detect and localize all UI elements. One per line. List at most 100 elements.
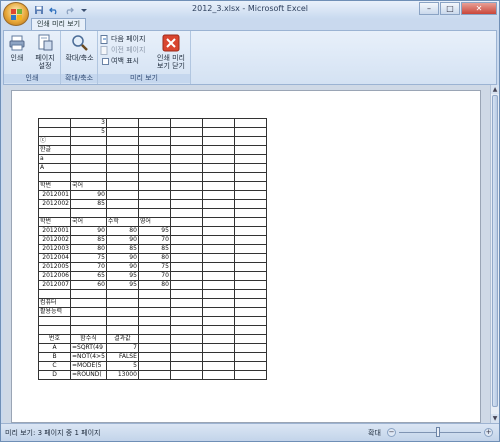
sheet-cell: 80: [105, 226, 139, 236]
sheet-cell: [233, 199, 267, 209]
zoom-out-icon[interactable]: −: [387, 428, 396, 437]
sheet-cell: D: [38, 370, 71, 380]
sheet-cell: [137, 298, 171, 308]
next-page-button[interactable]: 다음 페이지: [100, 34, 145, 44]
sheet-cell: [233, 190, 267, 200]
sheet-row: 컴퓨터: [38, 298, 267, 308]
sheet-cell: [169, 262, 203, 272]
sheet-row: 2012001 90: [38, 190, 267, 200]
sheet-cell: [201, 199, 235, 209]
sheet-cell: [105, 307, 139, 317]
sheet-cell: [233, 253, 267, 263]
print-label: 인쇄: [10, 54, 24, 62]
sheet-cell: [169, 172, 203, 182]
sheet-cell: C: [38, 361, 71, 371]
sheet-cell: 2012006: [38, 271, 71, 281]
sheet-cell: [105, 145, 139, 155]
sheet-cell: [169, 298, 203, 308]
zoom-slider-track[interactable]: [399, 432, 481, 433]
sheet-cell: [201, 208, 235, 218]
next-page-icon: [100, 34, 108, 44]
zoom-slider-thumb[interactable]: [436, 427, 440, 437]
zoom-in-icon[interactable]: +: [484, 428, 493, 437]
sheet-cell: [233, 289, 267, 299]
sheet-cell: [169, 370, 203, 380]
sheet-cell: [201, 352, 235, 362]
scroll-down-icon[interactable]: ▼: [491, 414, 499, 423]
maximize-button[interactable]: □: [440, 2, 460, 15]
sheet-cell: [169, 334, 203, 344]
sheet-cell: B: [38, 352, 71, 362]
sheet-cell: 85: [70, 235, 107, 245]
show-margins-label: 여백 표시: [111, 57, 139, 65]
sheet-cell: [201, 145, 235, 155]
sheet-cell: [38, 325, 71, 335]
sheet-cell: [70, 136, 107, 146]
sheet-row: D =ROUND(13000: [38, 370, 267, 380]
sheet-cell: [233, 226, 267, 236]
sheet-cell: A: [38, 343, 71, 353]
sheet-cell: 3: [70, 118, 107, 128]
show-margins-checkbox[interactable]: 여백 표시: [102, 56, 139, 66]
office-button[interactable]: [3, 2, 29, 26]
sheet-cell: ⓒ: [38, 136, 71, 146]
scroll-up-icon[interactable]: ▲: [491, 85, 499, 94]
page-setup-icon: [38, 34, 53, 51]
sheet-cell: 90: [105, 235, 139, 245]
page-setup-button[interactable]: 페이지 설정: [32, 34, 58, 70]
sheet-cell: 90: [70, 190, 107, 200]
sheet-cell: [169, 136, 203, 146]
minimize-button[interactable]: –: [419, 2, 439, 15]
printer-icon: [9, 35, 25, 51]
sheet-cell: [233, 217, 267, 227]
office-logo-icon: [11, 9, 22, 20]
sheet-cell: [169, 181, 203, 191]
sheet-cell: 컴퓨터: [38, 298, 71, 308]
sheet-cell: [201, 190, 235, 200]
sheet-row: [38, 325, 267, 335]
sheet-cell: 80: [70, 244, 107, 254]
zoom-button[interactable]: 확대/축소: [63, 34, 96, 62]
sheet-cell: [70, 325, 107, 335]
sheet-cell: 85: [105, 244, 139, 254]
sheet-cell: [38, 118, 71, 128]
sheet-cell: 70: [137, 271, 171, 281]
sheet-cell: 함수식: [70, 334, 107, 344]
close-preview-button[interactable]: 인쇄 미리 보기 닫기: [154, 34, 188, 70]
sheet-cell: [70, 289, 107, 299]
sheet-cell: [233, 172, 267, 182]
vertical-scrollbar[interactable]: ▲ ▼: [490, 85, 499, 423]
sheet-cell: 영어: [137, 217, 171, 227]
sheet-cell: [201, 217, 235, 227]
sheet-cell: [137, 145, 171, 155]
sheet-cell: 2012005: [38, 262, 71, 272]
sheet-cell: [201, 307, 235, 317]
sheet-cell: 75: [70, 253, 107, 263]
sheet-cell: [137, 343, 171, 353]
sheet-cell: [201, 325, 235, 335]
group-preview: 다음 페이지 이전 페이지 여백 표시 인쇄 미리 보기 닫기 미리 보기: [98, 31, 191, 84]
sheet-cell: [201, 280, 235, 290]
close-button[interactable]: ✕: [461, 2, 497, 15]
sheet-cell: [137, 316, 171, 326]
sheet-cell: 2012002: [38, 235, 71, 245]
sheet-cell: [169, 217, 203, 227]
sheet-cell: FALSE: [105, 352, 139, 362]
sheet-cell: [70, 298, 107, 308]
scroll-thumb[interactable]: [492, 95, 498, 407]
sheet-cell: 2012002: [38, 199, 71, 209]
sheet-cell: 국어: [70, 181, 107, 191]
group-zoom-label: 확대/축소: [61, 74, 97, 83]
sheet-cell: 85: [137, 244, 171, 254]
tab-print-preview[interactable]: 인쇄 미리 보기: [31, 18, 86, 30]
print-button[interactable]: 인쇄: [8, 34, 26, 62]
group-print: 인쇄 페이지 설정 인쇄: [4, 31, 61, 84]
sheet-cell: [169, 307, 203, 317]
sheet-cell: [169, 127, 203, 137]
preview-area: 3 5 ⓒ 한글 a A 학번 국어 2012001 90 2012002 85 학번 국어 수학 영어 201…: [3, 85, 490, 423]
sheet-cell: [201, 181, 235, 191]
sheet-cell: [201, 163, 235, 173]
sheet-cell: [137, 190, 171, 200]
sheet-cell: 5: [70, 127, 107, 137]
prev-page-button[interactable]: 이전 페이지: [100, 45, 145, 55]
